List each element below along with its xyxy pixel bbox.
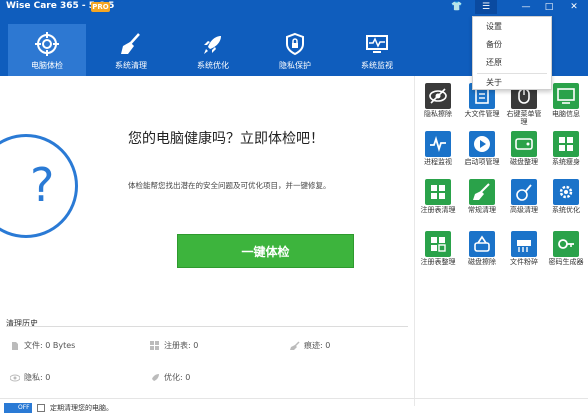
broom-small-icon bbox=[290, 340, 300, 350]
tab-system-optimize[interactable]: 系统优化 bbox=[174, 24, 252, 76]
tool-disk-eraser[interactable]: 磁盘擦除 bbox=[462, 228, 502, 276]
tool-label: 电脑信息 bbox=[552, 110, 580, 118]
tool-registry-defrag[interactable]: 注册表整理 bbox=[418, 228, 458, 276]
tool-system-slimming[interactable]: 系统瘦身 bbox=[546, 128, 586, 176]
key-icon bbox=[553, 231, 579, 257]
disk-eraser-icon bbox=[469, 231, 495, 257]
footer-divider bbox=[0, 398, 588, 399]
history-privacy: 隐私: 0 bbox=[10, 372, 50, 383]
registry-icon bbox=[150, 340, 159, 350]
tool-label: 磁盘整理 bbox=[510, 158, 538, 166]
history-files-label: 文件: 0 Bytes bbox=[24, 341, 76, 350]
menu-item-settings[interactable]: 设置 bbox=[473, 19, 551, 35]
tab-label: 隐私保护 bbox=[279, 61, 311, 70]
tool-label: 右键菜单管理 bbox=[506, 110, 542, 126]
minimize-button[interactable]: — bbox=[515, 0, 537, 14]
pulse-icon bbox=[425, 131, 451, 157]
tab-label: 系统监视 bbox=[361, 61, 393, 70]
history-title: 清理历史 bbox=[6, 319, 38, 328]
eye-icon bbox=[10, 374, 20, 381]
shirt-icon[interactable]: 👕 bbox=[446, 0, 468, 14]
target-icon bbox=[35, 32, 59, 56]
title-bar: Wise Care 365 - 5.6.5 PRO 👕 ☰ — □ ✕ bbox=[0, 0, 588, 16]
broom-icon bbox=[121, 33, 140, 54]
tool-label: 隐私擦除 bbox=[424, 110, 452, 118]
close-button[interactable]: ✕ bbox=[563, 0, 585, 14]
tool-registry-clean[interactable]: 注册表清理 bbox=[418, 176, 458, 224]
schedule-checkbox[interactable] bbox=[37, 404, 45, 412]
tab-privacy[interactable]: 隐私保护 bbox=[256, 24, 334, 76]
broom-tool-icon bbox=[469, 179, 495, 205]
history-registry-label: 注册表: 0 bbox=[164, 341, 199, 350]
tool-system-optimize[interactable]: 系统优化 bbox=[546, 176, 586, 224]
tool-password-generator[interactable]: 密码生成器 bbox=[546, 228, 586, 276]
history-optimize-label: 优化: 0 bbox=[164, 373, 191, 382]
file-icon bbox=[12, 341, 18, 350]
tool-startup-manager[interactable]: 启动项管理 bbox=[462, 128, 502, 176]
tool-label: 大文件管理 bbox=[464, 110, 500, 118]
tool-advanced-clean[interactable]: 高级清理 bbox=[504, 176, 544, 224]
registry-grid-icon bbox=[425, 179, 451, 205]
vacuum-icon bbox=[511, 179, 537, 205]
tab-system-monitor[interactable]: 系统监视 bbox=[338, 24, 416, 76]
monitor-icon bbox=[366, 35, 388, 53]
tool-label: 进程监视 bbox=[424, 158, 452, 166]
menu-icon[interactable]: ☰ bbox=[475, 0, 497, 14]
tab-pc-checkup[interactable]: 电脑体检 bbox=[8, 24, 86, 76]
maximize-button[interactable]: □ bbox=[538, 0, 560, 14]
tool-pc-info[interactable]: 电脑信息 bbox=[546, 80, 586, 128]
tab-label: 电脑体检 bbox=[31, 61, 63, 70]
windows-icon bbox=[553, 131, 579, 157]
rocket-small-icon bbox=[152, 373, 159, 381]
play-icon bbox=[469, 131, 495, 157]
tool-file-shredder[interactable]: 文件粉碎 bbox=[504, 228, 544, 276]
tool-label: 注册表整理 bbox=[420, 258, 456, 266]
tool-process-monitor[interactable]: 进程监视 bbox=[418, 128, 458, 176]
tool-label: 常规清理 bbox=[468, 206, 496, 214]
history-files: 文件: 0 Bytes bbox=[10, 340, 75, 351]
tool-label: 系统优化 bbox=[552, 206, 580, 214]
question-icon: ? bbox=[30, 158, 55, 212]
tool-common-clean[interactable]: 常规清理 bbox=[462, 176, 502, 224]
panel-divider bbox=[414, 76, 415, 406]
menu-item-backup[interactable]: 备份 bbox=[473, 37, 551, 53]
one-click-checkup-button[interactable]: 一键体检 bbox=[177, 234, 354, 268]
tab-label: 系统优化 bbox=[197, 61, 229, 70]
history-traces-label: 痕迹: 0 bbox=[304, 341, 331, 350]
tool-privacy-erase[interactable]: 隐私擦除 bbox=[418, 80, 458, 128]
menu-divider bbox=[477, 73, 547, 74]
tool-disk-defrag[interactable]: 磁盘整理 bbox=[504, 128, 544, 176]
menu-item-restore[interactable]: 还原 bbox=[473, 55, 551, 71]
tool-label: 注册表清理 bbox=[420, 206, 456, 214]
disk-icon bbox=[511, 131, 537, 157]
menu-item-about[interactable]: 关于 bbox=[473, 75, 551, 91]
pro-badge: PRO bbox=[91, 2, 110, 12]
tool-label: 磁盘擦除 bbox=[468, 258, 496, 266]
history-optimize: 优化: 0 bbox=[150, 372, 190, 383]
tool-label: 文件粉碎 bbox=[510, 258, 538, 266]
shredder-icon bbox=[511, 231, 537, 257]
tool-label: 高级清理 bbox=[510, 206, 538, 214]
history-registry: 注册表: 0 bbox=[150, 340, 198, 351]
eye-slash-icon bbox=[425, 83, 451, 109]
history-traces: 痕迹: 0 bbox=[290, 340, 330, 351]
tool-label: 启动项管理 bbox=[464, 158, 500, 166]
tab-system-clean[interactable]: 系统清理 bbox=[92, 24, 170, 76]
registry-defrag-icon bbox=[425, 231, 451, 257]
shield-icon bbox=[286, 32, 304, 56]
gear-icon bbox=[553, 179, 579, 205]
tool-label: 密码生成器 bbox=[548, 258, 584, 266]
main-menu-dropdown: 设置 备份 还原 关于 bbox=[472, 16, 552, 90]
rocket-icon bbox=[204, 36, 221, 54]
history-privacy-label: 隐私: 0 bbox=[24, 373, 51, 382]
pc-info-icon bbox=[553, 83, 579, 109]
tab-label: 系统清理 bbox=[115, 61, 147, 70]
tool-label: 系统瘦身 bbox=[552, 158, 580, 166]
description: 体检能帮您找出潜在的安全问题及可优化项目，并一键修复。 bbox=[128, 181, 331, 190]
history-divider bbox=[6, 326, 408, 327]
headline: 您的电脑健康吗？立即体检吧！ bbox=[128, 131, 324, 147]
